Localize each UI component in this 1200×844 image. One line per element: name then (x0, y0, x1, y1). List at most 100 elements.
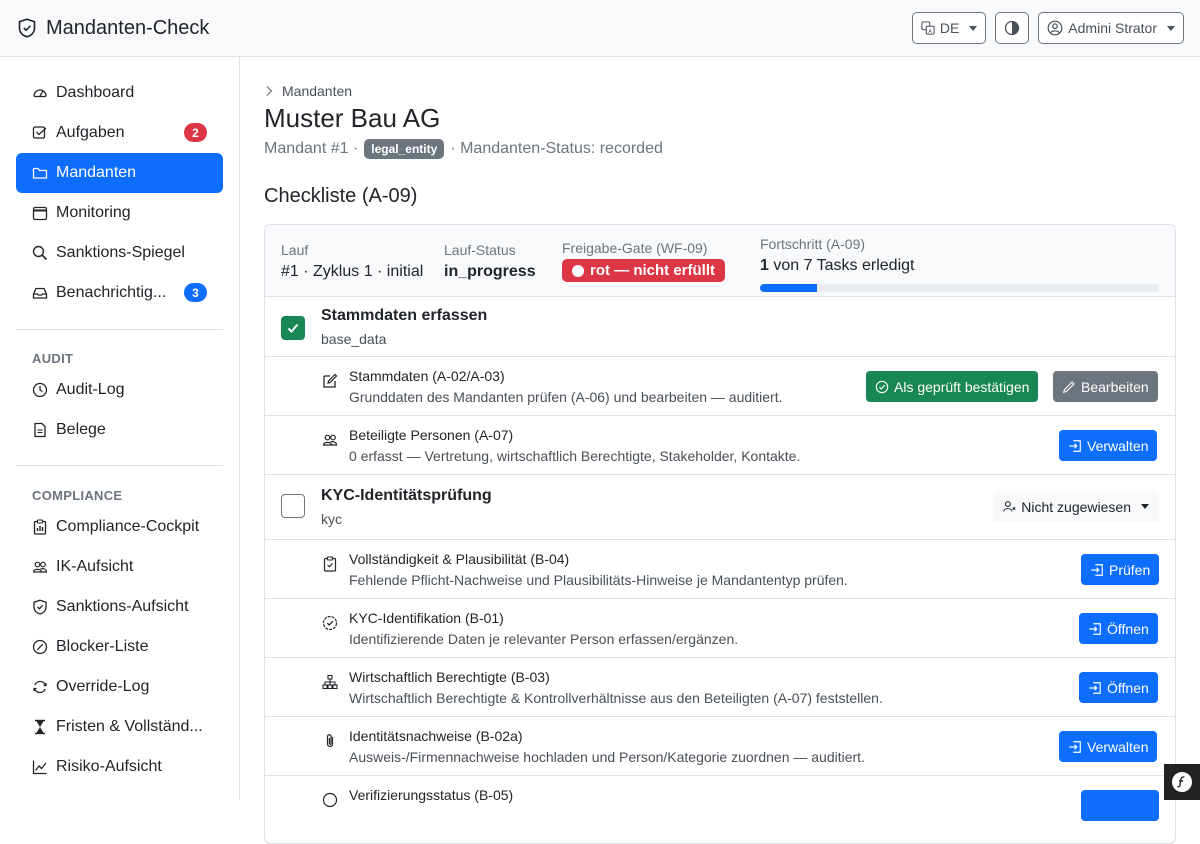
theme-toggle-button[interactable] (995, 12, 1029, 44)
task-row: Vollständigkeit & Plausibilität (B-04) F… (265, 540, 1175, 599)
slash-circle-icon (32, 639, 48, 655)
group-title: KYC-Identitätsprüfung (321, 487, 492, 505)
group-checkbox-unchecked[interactable] (281, 494, 305, 518)
button-label: Prüfen (1109, 562, 1150, 578)
clipboard-data-icon (32, 519, 48, 535)
page-subtitle: Mandant #1 · legal_entity · Mandanten-St… (264, 139, 663, 159)
manage-documents-button[interactable]: Verwalten (1059, 731, 1157, 762)
button-label: Bearbeiten (1081, 379, 1149, 395)
brand[interactable]: Mandanten-Check (17, 17, 209, 40)
manage-persons-button[interactable]: Verwalten (1059, 430, 1157, 461)
assignee-dropdown[interactable]: Nicht zugewiesen (993, 491, 1159, 522)
graph-icon (32, 759, 48, 775)
group-row-base-data: Stammdaten erfassen base_data (265, 297, 1175, 357)
box-arrow-in-right-icon (1068, 740, 1082, 754)
pencil-icon (1062, 380, 1076, 394)
task-title: Verifizierungsstatus (B-05) (349, 787, 513, 803)
sidebar-item-sanktions-aufsicht[interactable]: Sanktions-Aufsicht (16, 587, 223, 627)
sidebar-item-label: Mandanten (56, 164, 136, 182)
sidebar-item-ik-aufsicht[interactable]: IK-Aufsicht (16, 547, 223, 587)
sidebar-item-fristen[interactable]: Fristen & Vollständ... (16, 707, 223, 747)
sidebar-item-compliance-cockpit[interactable]: Compliance-Cockpit (16, 507, 223, 547)
progress-section: Fortschritt (A-09) 1 von 7 Tasks erledig… (760, 236, 1159, 292)
user-name: Admini Strator (1068, 20, 1157, 36)
sidebar-section-compliance: COMPLIANCE (32, 488, 122, 503)
group-key: kyc (321, 511, 342, 527)
sidebar-item-label: Sanktions-Aufsicht (56, 598, 189, 616)
verification-status-button[interactable] (1081, 790, 1159, 821)
box-arrow-in-right-icon (1088, 622, 1102, 636)
section-title: Checkliste (A-09) (264, 185, 417, 208)
person-x-icon (1003, 500, 1016, 513)
task-description: Identifizierende Daten je relevanter Per… (349, 631, 738, 647)
sidebar-section-audit: AUDIT (32, 351, 73, 366)
release-gate-value: rot — nicht erfüllt (590, 262, 715, 279)
sidebar-item-benachrichtigungen[interactable]: Benachrichtig... 3 (16, 273, 223, 313)
task-description: Ausweis-/Firmennachweise hochladen und P… (349, 749, 865, 765)
sidebar-item-label: IK-Aufsicht (56, 558, 133, 576)
run-value: #1 · Zyklus 1 · initial (281, 263, 423, 281)
sidebar: Dashboard Aufgaben 2 Mandanten Monitorin… (0, 57, 240, 800)
sidebar-item-belege[interactable]: Belege (16, 410, 223, 450)
sidebar-item-label: Compliance-Cockpit (56, 518, 199, 536)
task-title: Vollständigkeit & Plausibilität (B-04) (349, 551, 569, 567)
top-navbar: Mandanten-Check A DE Admini Strator (0, 0, 1200, 57)
task-title: Stammdaten (A-02/A-03) (349, 368, 505, 384)
task-title: Beteiligte Personen (A-07) (349, 427, 513, 443)
open-beneficial-owners-button[interactable]: Öffnen (1079, 672, 1158, 703)
sidebar-item-dashboard[interactable]: Dashboard (16, 73, 223, 113)
sidebar-item-audit-log[interactable]: Audit-Log (16, 370, 223, 410)
sidebar-item-label: Override-Log (56, 678, 149, 696)
clipboard-check-icon (322, 556, 338, 572)
shield-check-icon (322, 792, 338, 808)
check-button[interactable]: Prüfen (1081, 554, 1159, 585)
calendar-icon (32, 205, 48, 221)
page-title: Muster Bau AG (264, 103, 440, 134)
sidebar-item-aufgaben[interactable]: Aufgaben 2 (16, 113, 223, 153)
document-icon (32, 422, 48, 438)
button-label: Öffnen (1107, 621, 1149, 637)
search-icon (32, 245, 48, 261)
debug-toolbar-toggle[interactable] (1164, 764, 1200, 800)
button-label: Öffnen (1107, 680, 1149, 696)
edit-button[interactable]: Bearbeiten (1053, 371, 1158, 402)
progress-bar (760, 284, 1159, 292)
arrow-repeat-icon (32, 679, 48, 695)
breadcrumb-link-mandanten[interactable]: Mandanten (282, 83, 352, 99)
box-arrow-in-right-icon (1088, 681, 1102, 695)
sidebar-item-monitoring[interactable]: Monitoring (16, 193, 223, 233)
sidebar-item-sanktions-spiegel[interactable]: Sanktions-Spiegel (16, 233, 223, 273)
sidebar-divider (16, 329, 223, 330)
confirm-reviewed-button[interactable]: Als geprüft bestätigen (866, 371, 1038, 402)
sidebar-item-mandanten[interactable]: Mandanten (16, 153, 223, 193)
shield-icon (32, 599, 48, 615)
language-dropdown[interactable]: A DE (912, 12, 986, 44)
task-description: Fehlende Pflicht-Nachweise und Plausibil… (349, 572, 848, 588)
progress-done-count: 1 (760, 257, 769, 274)
sidebar-item-risiko-aufsicht[interactable]: Risiko-Aufsicht (16, 747, 223, 787)
run-status: Lauf-Status in_progress (444, 242, 536, 281)
release-gate-label: Freigabe-Gate (WF-09) (562, 240, 725, 256)
sidebar-divider (16, 465, 223, 466)
people-icon (322, 432, 338, 448)
task-title: KYC-Identifikation (B-01) (349, 610, 504, 626)
open-kyc-identification-button[interactable]: Öffnen (1079, 613, 1158, 644)
group-checkbox-checked[interactable] (281, 316, 305, 340)
checkbox-icon (32, 125, 48, 141)
box-arrow-in-right-icon (1090, 563, 1104, 577)
user-menu-dropdown[interactable]: Admini Strator (1038, 12, 1184, 44)
person-circle-icon (1047, 20, 1063, 36)
group-key: base_data (321, 331, 386, 347)
progress-total-text: von 7 Tasks erledigt (773, 257, 914, 274)
sidebar-item-override-log[interactable]: Override-Log (16, 667, 223, 707)
breadcrumb: Mandanten (264, 83, 352, 99)
task-description: Wirtschaftlich Berechtigte & Kontrollver… (349, 690, 883, 706)
symfony-logo-icon (1171, 771, 1193, 793)
sidebar-item-label: Belege (56, 421, 106, 439)
run-summary: Lauf #1 · Zyklus 1 · initial Lauf-Status… (265, 225, 1175, 297)
contrast-icon (1004, 20, 1020, 36)
sidebar-item-blocker-liste[interactable]: Blocker-Liste (16, 627, 223, 667)
shield-check-icon (17, 18, 37, 38)
task-title: Wirtschaftlich Berechtigte (B-03) (349, 669, 550, 685)
app-title: Mandanten-Check (46, 17, 209, 40)
